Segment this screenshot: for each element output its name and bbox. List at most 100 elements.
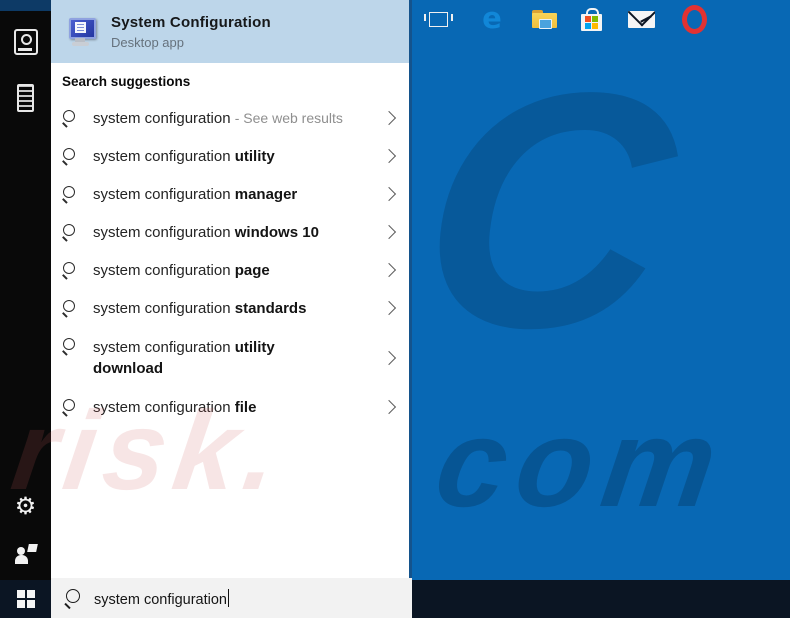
ms-square-green (592, 16, 598, 22)
suggestion-bold: page (235, 262, 270, 279)
task-view-button[interactable] (422, 0, 454, 38)
suggestion-prefix: system configuration (93, 262, 235, 279)
suggestion-row-page[interactable]: system configuration page (51, 251, 409, 289)
microsoft-store-button[interactable] (575, 0, 607, 38)
suggestion-row-utility[interactable]: system configuration utility (51, 137, 409, 175)
suggestion-row-windows-10[interactable]: system configuration windows 10 (51, 213, 409, 251)
opera-browser-icon (682, 5, 707, 34)
file-explorer-icon (532, 10, 557, 28)
suggestion-note: - See web results (235, 110, 343, 126)
suggestion-row-web-results[interactable]: system configuration - See web results (51, 99, 409, 137)
suggestion-prefix: system configuration (93, 300, 235, 317)
chevron-right-icon (382, 400, 396, 414)
sidebar-item-notebook[interactable] (0, 84, 51, 112)
chevron-right-icon (382, 187, 396, 201)
suggestion-prefix: system configuration (93, 224, 235, 241)
chevron-right-icon (382, 350, 396, 364)
search-icon (62, 110, 79, 127)
chevron-right-icon (382, 149, 396, 163)
taskbar (412, 580, 790, 618)
search-results-panel: System Configuration Desktop app Search … (51, 0, 412, 580)
search-icon (62, 300, 79, 317)
selected-result-subtitle: Desktop app (111, 35, 271, 50)
suggestion-text: system configuration utility download (93, 337, 376, 379)
suggestion-text: system configuration windows 10 (93, 222, 376, 243)
search-icon (62, 186, 79, 203)
win-pane (27, 590, 35, 598)
suggestions-list: system configuration - See web results s… (51, 99, 409, 426)
ms-square-yellow (592, 23, 598, 29)
settings-gear-icon: ⚙ (15, 494, 37, 518)
suggestion-prefix: system configuration (93, 186, 235, 203)
chevron-right-icon (382, 225, 396, 239)
suggestion-row-manager[interactable]: system configuration manager (51, 175, 409, 213)
suggestion-bold: manager (235, 186, 298, 203)
sidebar-item-settings[interactable]: ⚙ (0, 494, 51, 518)
microsoft-store-icon (581, 14, 602, 31)
suggestion-text: system configuration - See web results (93, 108, 376, 129)
text-caret (228, 589, 229, 607)
ms-square-blue (585, 23, 591, 29)
selected-result-title: System Configuration (111, 14, 271, 31)
mail-icon (628, 11, 655, 28)
suggestion-prefix: system configuration (93, 399, 235, 416)
start-menu-rail: ⚙ (0, 0, 51, 618)
home-icon (14, 29, 38, 55)
search-icon (62, 338, 79, 355)
suggestion-bold: windows 10 (235, 224, 319, 241)
win-pane (17, 600, 25, 608)
rail-top-strip (0, 0, 51, 11)
mail-button[interactable] (625, 0, 657, 38)
suggestion-bold: utility (235, 339, 275, 356)
win-pane (27, 600, 35, 608)
suggestion-bold: utility (235, 148, 275, 165)
suggestion-row-standards[interactable]: system configuration standards (51, 289, 409, 327)
sidebar-item-feedback[interactable] (0, 544, 51, 564)
suggestion-bold: standards (235, 300, 307, 317)
suggestion-text: system configuration utility (93, 146, 376, 167)
search-input[interactable]: system configuration (51, 578, 412, 618)
search-icon (62, 148, 79, 165)
monitor-base (72, 42, 89, 46)
search-icon (62, 399, 79, 416)
start-button[interactable] (0, 580, 51, 618)
chevron-right-icon (382, 111, 396, 125)
suggestion-prefix: system configuration (93, 148, 235, 165)
monitor-screen (69, 18, 96, 39)
search-input-value: system configuration (94, 589, 229, 608)
suggestion-bold: file (235, 399, 257, 416)
suggestion-text: system configuration standards (93, 298, 376, 319)
suggestion-bold-line2: download (93, 358, 376, 379)
suggestion-prefix: system configuration (93, 110, 235, 127)
edge-browser-button[interactable]: e (476, 0, 508, 38)
selected-result-text: System Configuration Desktop app (111, 14, 271, 50)
system-configuration-app-icon (67, 17, 97, 47)
notebook-icon (17, 84, 34, 112)
search-icon (62, 262, 79, 279)
feedback-icon (15, 544, 37, 564)
search-icon (64, 589, 83, 608)
chevron-right-icon (382, 301, 396, 315)
win-pane (17, 590, 25, 598)
suggestion-text: system configuration file (93, 397, 376, 418)
start-windows-icon (17, 590, 35, 608)
edge-browser-icon: e (482, 4, 502, 33)
task-view-icon (429, 12, 448, 27)
suggestion-text: system configuration page (93, 260, 376, 281)
search-text: system configuration (94, 592, 227, 608)
chevron-right-icon (382, 263, 396, 277)
monitor-stand (75, 38, 85, 42)
feedback-bubble (27, 544, 38, 552)
suggestion-row-utility-download[interactable]: system configuration utility download (51, 327, 409, 388)
ms-square-red (585, 16, 591, 22)
search-suggestions-header: Search suggestions (62, 74, 190, 89)
suggestion-text: system configuration manager (93, 184, 376, 205)
suggestion-row-file[interactable]: system configuration file (51, 388, 409, 426)
selected-result-item[interactable]: System Configuration Desktop app (51, 0, 409, 63)
file-explorer-button[interactable] (528, 0, 560, 38)
suggestion-prefix: system configuration (93, 339, 235, 356)
opera-browser-button[interactable] (678, 0, 710, 38)
search-icon (62, 224, 79, 241)
folder-slot (539, 19, 552, 29)
sidebar-item-home[interactable] (0, 29, 51, 55)
